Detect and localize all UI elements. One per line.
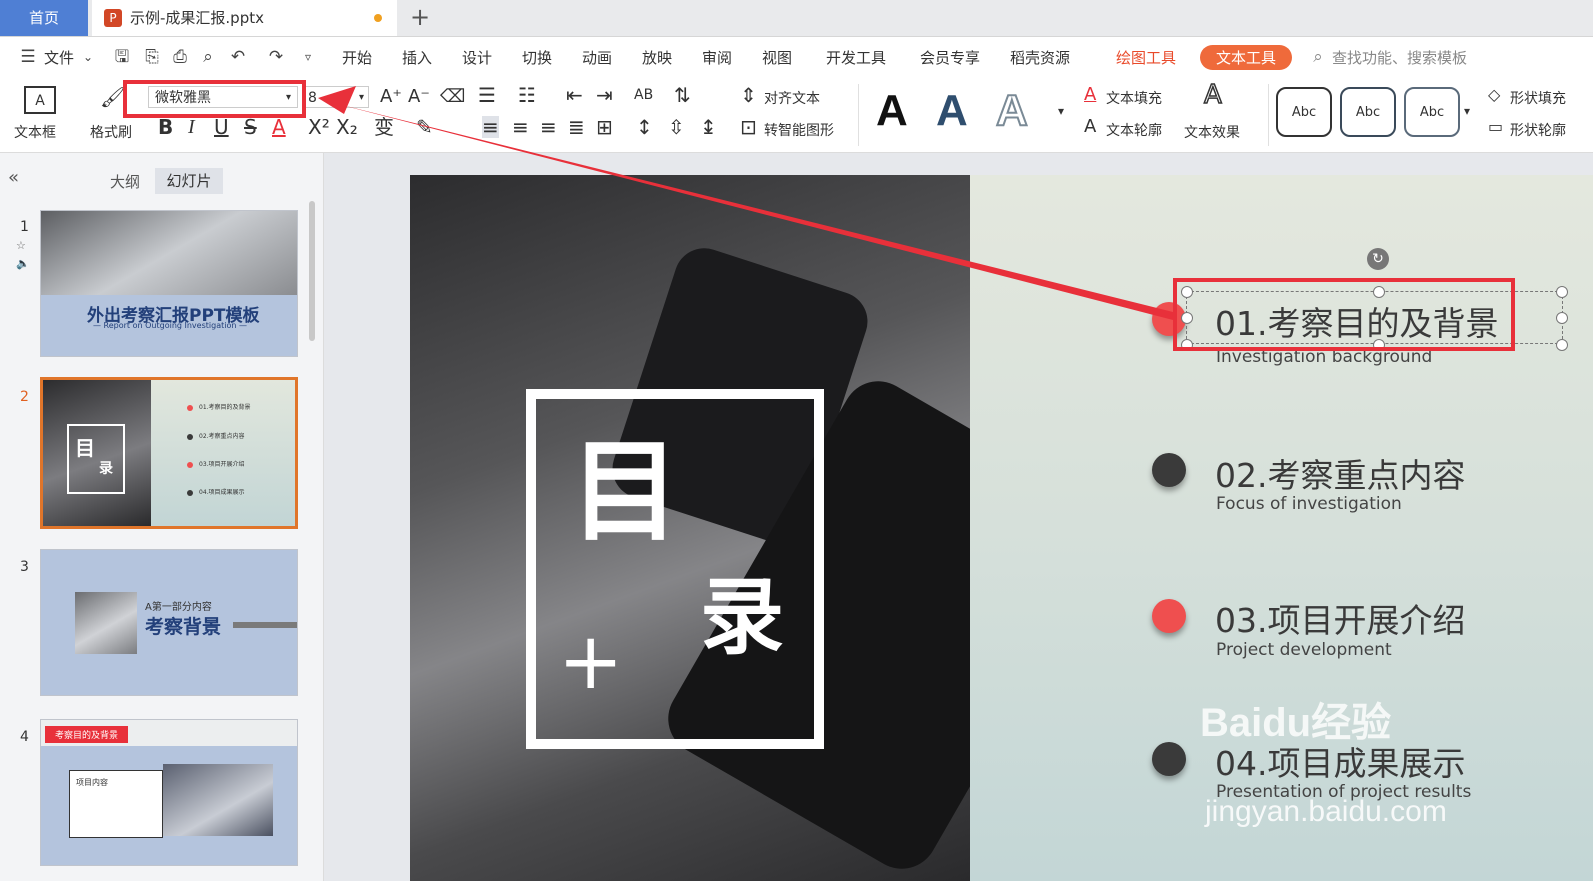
watermark-brand: Baidu经验 [1200, 701, 1392, 745]
arrow-shaft [322, 100, 1173, 320]
watermark-url: jingyan.baidu.com [1205, 795, 1447, 828]
arrow-head [318, 86, 356, 114]
annotation-arrow [318, 86, 1173, 320]
